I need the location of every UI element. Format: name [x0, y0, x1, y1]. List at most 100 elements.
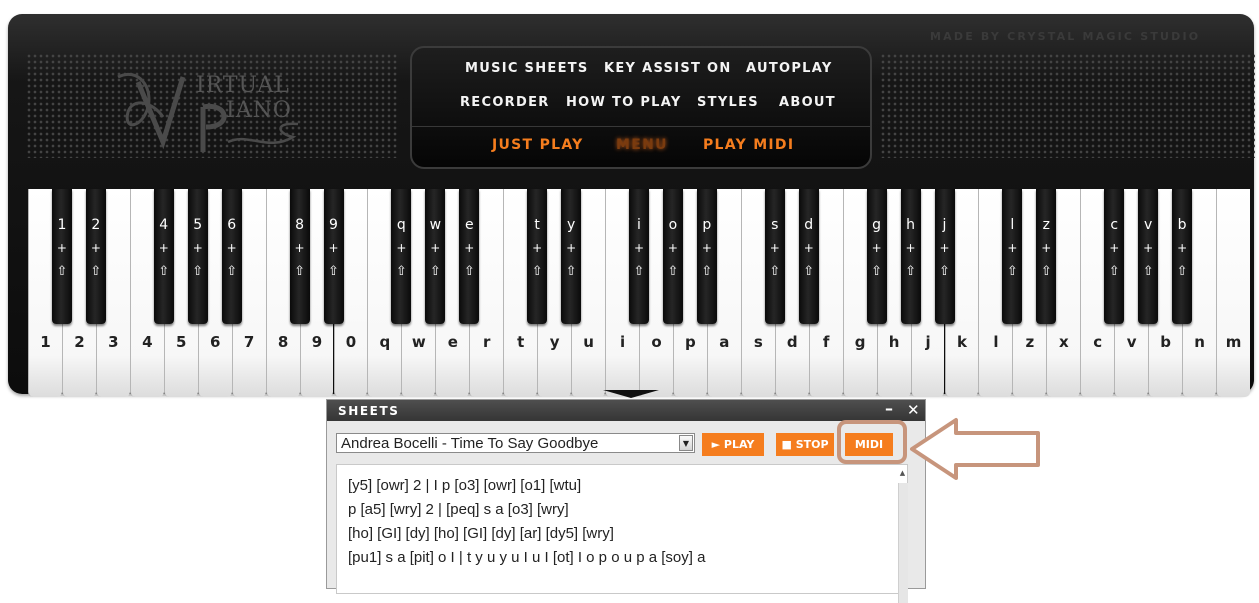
plus-sign: +: [939, 241, 950, 255]
black-key[interactable]: e + ⇧: [459, 189, 480, 324]
shift-icon: ⇧: [463, 264, 475, 279]
black-key[interactable]: w + ⇧: [425, 189, 446, 324]
menu-about[interactable]: ABOUT: [779, 95, 836, 110]
black-key[interactable]: y + ⇧: [561, 189, 582, 324]
white-key-label: e: [447, 333, 458, 351]
sheets-window: SHEETS – ✕ Andrea Bocelli - Time To Say …: [326, 399, 926, 603]
plus-sign: +: [1143, 241, 1154, 255]
shift-icon: ⇧: [395, 264, 407, 279]
menu-recorder[interactable]: RECORDER: [460, 95, 550, 110]
piano-case: IRTUAL IANO MADE BY CRYSTAL MAGIC STUDIO…: [8, 14, 1255, 397]
black-key[interactable]: s + ⇧: [764, 189, 785, 324]
menu-styles[interactable]: STYLES: [697, 95, 759, 110]
black-key[interactable]: 4 + ⇧: [153, 189, 174, 324]
menu-how-to-play[interactable]: HOW TO PLAY: [566, 95, 682, 110]
piano-keyboard: 1 2 3 4 5 6 7 8 9 0 q w e r t y u i o p a s d f g h j k l z x c v b n m 1 + ⇧ 2…: [28, 189, 1250, 399]
black-key-label: p: [702, 217, 712, 233]
shift-icon: ⇧: [565, 264, 577, 279]
shift-icon: ⇧: [294, 264, 305, 279]
white-key[interactable]: m: [1216, 189, 1250, 397]
white-key-label: i: [619, 333, 626, 351]
black-key-label: b: [1177, 217, 1187, 233]
black-key[interactable]: 6 + ⇧: [221, 189, 242, 324]
shift-icon: ⇧: [667, 264, 679, 279]
white-key-label: 8: [277, 333, 289, 351]
black-key-label: h: [906, 217, 915, 233]
black-key[interactable]: q + ⇧: [391, 189, 412, 324]
sheets-titlebar[interactable]: SHEETS – ✕: [327, 399, 925, 421]
black-key[interactable]: h + ⇧: [900, 189, 921, 324]
vertical-scrollbar[interactable]: [898, 483, 908, 603]
black-key[interactable]: t + ⇧: [527, 189, 548, 324]
sheet-line: [y5] [owr] 2 | I p [o3] [owr] [o1] [wtu]: [348, 477, 582, 494]
sheet-line: [ho] [GI] [dy] [ho] [GI] [dy] [ar] [dy5]…: [348, 525, 614, 542]
white-key-label: l: [993, 333, 999, 351]
black-key[interactable]: 5 + ⇧: [187, 189, 208, 324]
sheet-text-area[interactable]: [y5] [owr] 2 | I p [o3] [owr] [o1] [wtu]…: [336, 464, 908, 603]
plus-sign: +: [158, 241, 169, 255]
black-key[interactable]: b + ⇧: [1172, 189, 1193, 324]
stop-button[interactable]: ■ STOP: [776, 433, 834, 456]
white-key-label: x: [1058, 333, 1069, 351]
black-key-label: z: [1042, 217, 1050, 233]
plus-sign: +: [871, 241, 882, 255]
main-menu: MUSIC SHEETS KEY ASSIST ON AUTOPLAY RECO…: [410, 46, 872, 169]
black-key-label: o: [668, 217, 678, 233]
menu-key-assist[interactable]: KEY ASSIST ON: [604, 61, 732, 76]
black-key[interactable]: 2 + ⇧: [85, 189, 106, 324]
menu-just-play[interactable]: JUST PLAY: [492, 137, 584, 153]
black-key-label: t: [534, 217, 540, 233]
white-key-label: 9: [311, 333, 323, 351]
black-key-label: i: [637, 217, 641, 233]
black-key-label: y: [566, 217, 576, 233]
black-key[interactable]: j + ⇧: [934, 189, 955, 324]
black-key[interactable]: o + ⇧: [662, 189, 683, 324]
shift-icon: ⇧: [905, 264, 916, 279]
black-key[interactable]: c + ⇧: [1104, 189, 1125, 324]
menu-play-midi[interactable]: PLAY MIDI: [703, 137, 794, 153]
song-select[interactable]: Andrea Bocelli - Time To Say Goodbye ▼: [336, 433, 695, 453]
black-key[interactable]: g + ⇧: [866, 189, 887, 324]
black-key[interactable]: 9 + ⇧: [323, 189, 344, 324]
black-key[interactable]: i + ⇧: [629, 189, 649, 324]
scroll-up-icon[interactable]: ▲: [898, 469, 907, 479]
white-key-label: 1: [40, 333, 51, 351]
keyboard-notch: [603, 390, 659, 398]
menu-music-sheets[interactable]: MUSIC SHEETS: [465, 61, 589, 76]
plus-sign: +: [905, 241, 916, 255]
menu-autoplay[interactable]: AUTOPLAY: [746, 61, 833, 76]
white-key-label: 5: [176, 333, 187, 351]
sheet-line: [pu1] s a [pit] o I | t y u y u I u I [o…: [348, 549, 706, 566]
black-key[interactable]: z + ⇧: [1036, 189, 1057, 324]
plus-sign: +: [633, 241, 645, 255]
shift-icon: ⇧: [871, 264, 883, 279]
speaker-grille-right: [880, 53, 1255, 158]
black-key[interactable]: d + ⇧: [798, 189, 819, 324]
shift-icon: ⇧: [1006, 264, 1018, 279]
chevron-down-icon[interactable]: ▼: [679, 435, 693, 451]
shift-icon: ⇧: [226, 264, 238, 279]
play-button[interactable]: ► PLAY: [702, 433, 764, 456]
white-key-label: h: [888, 333, 900, 351]
black-key-label: s: [771, 217, 779, 233]
black-key-label: 9: [329, 217, 338, 233]
shift-icon: ⇧: [1176, 264, 1188, 279]
logo-word-iano: IANO: [226, 98, 292, 123]
pointer-arrow-icon: [910, 418, 1040, 480]
white-key-label: d: [786, 333, 798, 351]
minimize-icon[interactable]: –: [885, 399, 893, 418]
white-key-label: 3: [108, 333, 119, 351]
black-key[interactable]: 1 + ⇧: [51, 189, 72, 324]
white-key-label: k: [956, 333, 967, 351]
menu-divider: [412, 126, 870, 127]
black-key[interactable]: v + ⇧: [1138, 189, 1159, 324]
black-key[interactable]: 8 + ⇧: [289, 189, 310, 324]
white-key-label: 7: [243, 333, 255, 351]
black-key[interactable]: l + ⇧: [1002, 189, 1023, 324]
menu-menu[interactable]: MENU: [616, 137, 668, 153]
shift-icon: ⇧: [1108, 264, 1120, 279]
black-key[interactable]: p + ⇧: [696, 189, 717, 324]
plus-sign: +: [192, 241, 203, 255]
plus-sign: +: [430, 241, 441, 255]
shift-icon: ⇧: [192, 264, 204, 279]
